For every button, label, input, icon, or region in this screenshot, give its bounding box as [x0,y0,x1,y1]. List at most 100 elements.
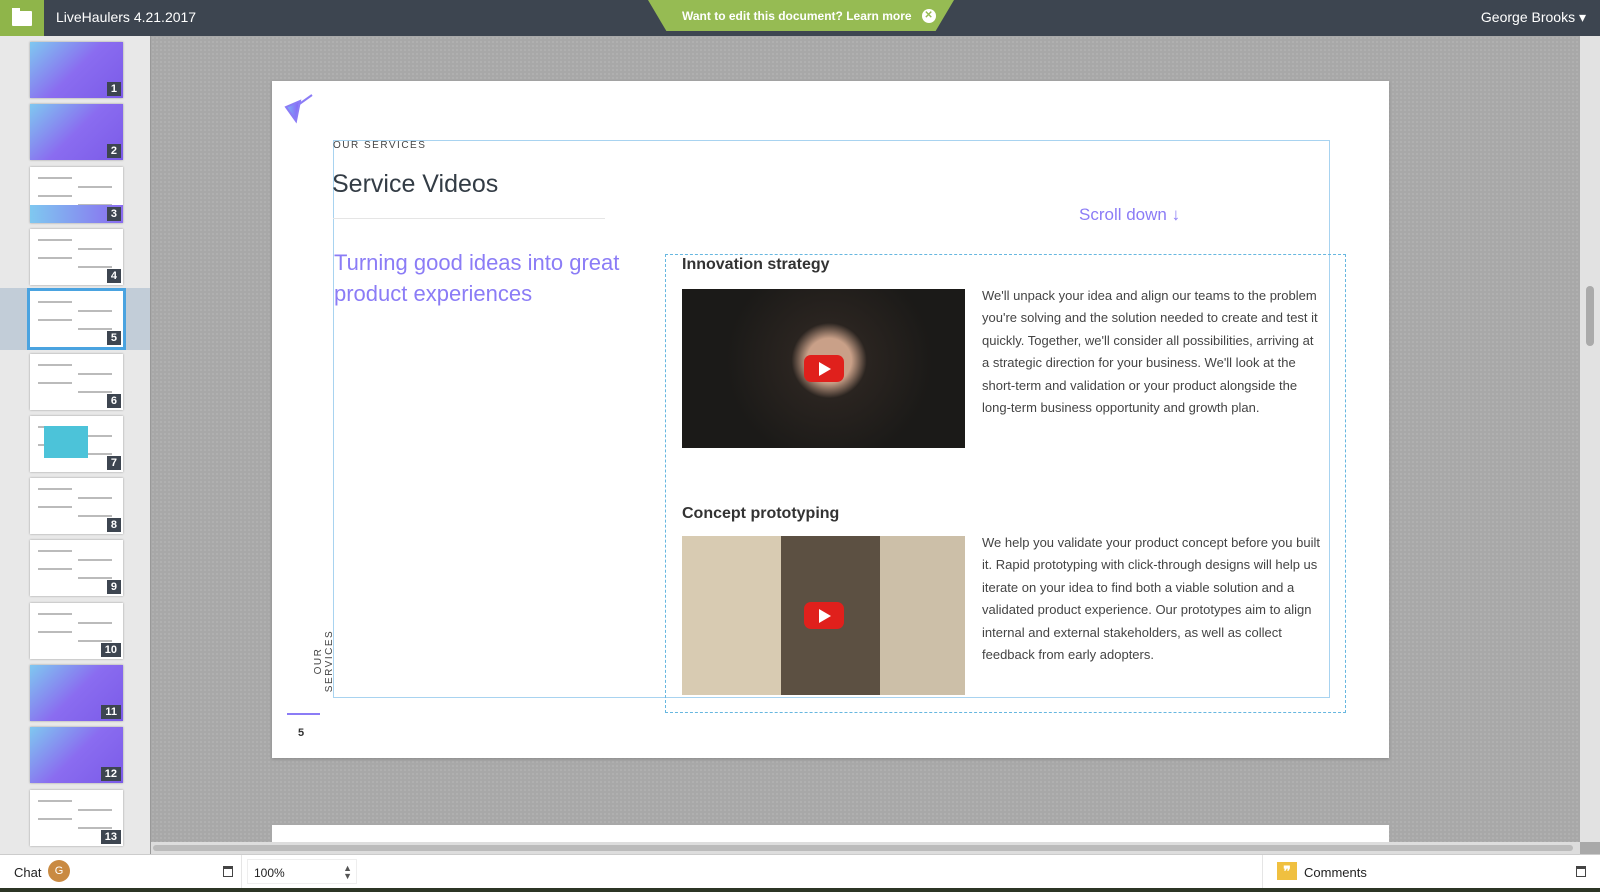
page-accent-bar [287,713,320,715]
bottom-bar: Chat G 100% ▲ ▼ ❞ Comments [0,854,1600,889]
thumb-line [38,506,72,509]
thumb-line [78,621,112,624]
slide-number: 10 [100,642,121,657]
slide-number: 7 [106,455,121,470]
thumb-line [78,639,112,642]
section-eyebrow: OUR SERVICES [333,140,427,151]
slide-preview[interactable]: 13 [30,789,123,846]
slide-number: 8 [106,518,121,533]
title-divider [333,218,605,219]
slide-preview[interactable]: 6 [30,353,123,410]
avatar[interactable]: G [48,860,70,882]
thumb-line [78,372,112,375]
slide-number: 5 [106,331,121,346]
slide-thumbnail-13[interactable]: 13 [0,787,150,849]
play-icon[interactable] [804,355,844,382]
slide-preview[interactable]: 11 [30,665,123,721]
thumb-line [38,363,72,366]
thumb-line [78,247,112,250]
slide-number: 3 [106,206,121,221]
slide-thumbnail-7[interactable]: 7 [0,413,150,475]
divider [1262,855,1263,889]
slide-number: 6 [106,393,121,408]
maximize-chat-icon[interactable] [223,866,233,877]
slide-thumbnail-2[interactable]: 2 [0,101,150,163]
play-icon[interactable] [804,602,844,629]
slide-preview[interactable]: 8 [30,478,123,535]
comments-icon: ❞ [1277,862,1297,880]
close-icon[interactable]: ✕ [921,8,936,23]
page-number: 5 [298,727,305,739]
slide-number: 2 [106,144,121,159]
thumb-line [78,577,112,580]
thumb-line [78,808,112,811]
slide-number: 13 [100,829,121,844]
folder-button[interactable] [0,0,44,36]
slide-thumbnail-3[interactable]: 3 [0,164,150,226]
slide-thumbnail-8[interactable]: 8 [0,475,150,537]
thumb-line [38,630,72,633]
section-title: Concept prototyping [682,505,840,522]
thumb-line [38,381,72,384]
thumb-line [38,238,72,241]
slide-preview[interactable]: 9 [30,540,123,597]
slide-thumbnail-12[interactable]: 12 [0,724,150,786]
thumb-line [38,301,72,304]
user-menu[interactable]: George Brooks ▾ [1481,9,1586,26]
thumb-line [38,176,72,179]
slide-thumbnail-10[interactable]: 10 [0,600,150,662]
edit-banner-text[interactable]: Want to edit this document? Learn more [682,9,912,23]
slide-thumbnail-4[interactable]: 4 [0,226,150,288]
stepper-icon[interactable]: ▲ ▼ [343,864,352,881]
scroll-thumb[interactable] [1586,286,1594,346]
thumb-line [78,559,112,562]
thumb-line [38,319,72,322]
brush-logo-icon [284,94,313,124]
comments-button[interactable]: Comments [1304,865,1367,880]
slide-preview[interactable]: 2 [30,104,123,161]
video-innovation-strategy[interactable] [682,289,965,448]
thumb-line [38,488,72,491]
slide-preview[interactable]: 5 [27,288,126,351]
section-title: Innovation strategy [682,256,830,273]
thumb-line [78,497,112,500]
chat-button[interactable]: Chat [14,865,41,880]
slide-preview[interactable]: 10 [30,602,123,659]
section-body: We'll unpack your idea and align our tea… [982,288,1318,416]
slide-thumbnail-5[interactable]: 5 [0,288,150,351]
thumb-line [38,550,72,553]
slide-preview[interactable]: 7 [30,415,123,472]
thumb-line [38,799,72,802]
section-body: We help you validate your product concep… [982,535,1320,663]
thumb-line [38,612,72,615]
scroll-down-link[interactable]: Scroll down ↓ [1079,205,1180,225]
zoom-select[interactable]: 100% ▲ ▼ [247,859,357,884]
slide-number: 1 [106,82,121,96]
slide-preview[interactable]: 3 [30,166,123,223]
slide-preview[interactable]: 12 [30,727,123,784]
slide-thumbnail-1[interactable]: 1 [0,39,150,101]
slide-number: 11 [101,705,121,719]
slide-number: 12 [100,767,121,782]
slide-preview[interactable]: 1 [30,42,123,98]
slide-thumbnails: 1 2 3 4 5 6 7 8 9 10 11 12 13 [0,36,151,854]
scroll-thumb[interactable] [153,845,1573,851]
slide-thumbnail-9[interactable]: 9 [0,537,150,599]
vertical-section-label: OUR SERVICES [313,629,335,693]
horizontal-scrollbar[interactable] [151,842,1580,854]
thumb-image [44,425,88,458]
thumb-line [38,194,72,197]
slide-number: 4 [106,268,121,283]
slide-thumbnail-6[interactable]: 6 [0,351,150,413]
thumb-line [78,310,112,313]
top-bar: LiveHaulers 4.21.2017 Want to edit this … [0,0,1600,36]
slide-preview[interactable]: 4 [30,228,123,285]
maximize-comments-icon[interactable] [1576,866,1586,877]
vertical-scrollbar[interactable] [1580,36,1600,842]
zoom-value: 100% [254,866,285,880]
slide-thumbnail-11[interactable]: 11 [0,662,150,724]
video-concept-prototyping[interactable] [682,536,965,695]
edit-banner[interactable]: Want to edit this document? Learn more ✕ [648,0,954,31]
thumb-line [78,265,112,268]
thumb-line [78,185,112,188]
